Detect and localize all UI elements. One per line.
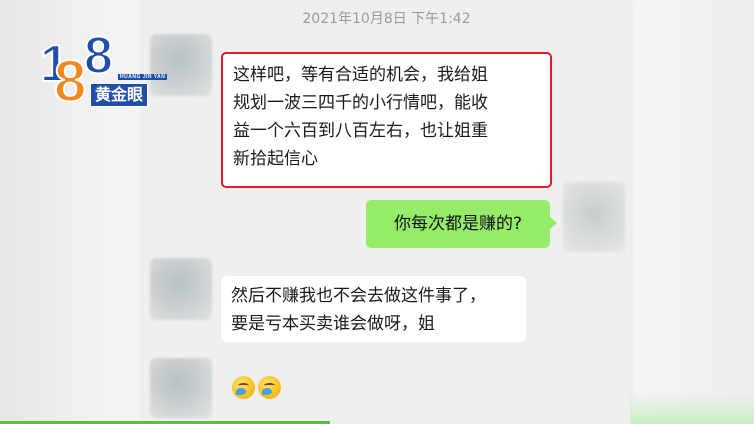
message-timestamp: 2021年10月8日 下午1:42 xyxy=(302,11,471,27)
message-text: 你每次都是赚的? xyxy=(393,214,523,234)
message-line: 这样吧，等有合适的机会，我给姐 xyxy=(233,65,488,85)
message-line: 要是亏本买卖谁会做呀，姐 xyxy=(231,314,435,334)
decorative-glow xyxy=(630,394,754,424)
contact-avatar[interactable] xyxy=(150,258,212,320)
logo-subtitle: HUANG JIN YAN xyxy=(118,74,168,80)
crying-laughing-emoji-icon xyxy=(258,376,281,399)
user-avatar[interactable] xyxy=(563,182,625,252)
contact-avatar[interactable] xyxy=(150,358,212,418)
blurred-background-right xyxy=(630,0,754,424)
message-line: 然后不赚我也不会去做这件事了， xyxy=(231,286,486,306)
received-message-highlighted[interactable]: 这样吧，等有合适的机会，我给姐 规划一波三四千的小行情吧，能收 益一个六百到八百… xyxy=(221,52,552,188)
logo-digit: 8 xyxy=(83,27,114,85)
crying-laughing-emoji-icon xyxy=(232,376,255,399)
channel-logo: 1 8 8 HUANG JIN YAN 黄金眼 xyxy=(39,27,170,114)
message-line: 益一个六百到八百左右，也让姐重 xyxy=(233,121,488,141)
logo-name: 黄金眼 xyxy=(90,83,149,107)
emoji-message[interactable] xyxy=(232,376,281,402)
received-message[interactable]: 然后不赚我也不会去做这件事了， 要是亏本买卖谁会做呀，姐 xyxy=(221,276,526,342)
message-line: 规划一波三四千的小行情吧，能收 xyxy=(233,93,488,113)
message-line: 新拾起信心 xyxy=(233,149,318,169)
sent-message[interactable]: 你每次都是赚的? xyxy=(366,200,557,248)
logo-digit: 8 xyxy=(53,49,87,114)
